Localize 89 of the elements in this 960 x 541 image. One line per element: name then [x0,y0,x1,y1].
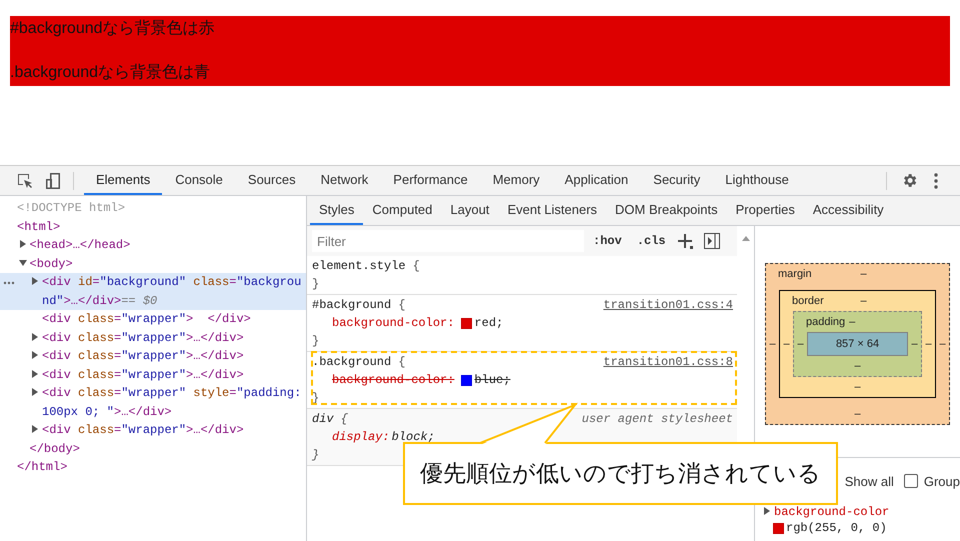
scroll-up-icon[interactable] [742,235,750,241]
selector-line[interactable]: element.style { [312,257,420,275]
tree-row[interactable]: <div class="wrapper">…</div> [0,366,306,384]
box-value: – [849,316,856,328]
tree-row[interactable]: <body> [0,254,306,273]
settings-icon[interactable] [901,172,918,189]
toolbar-toggle[interactable]: .cls [630,234,672,248]
banner-text: .backgroundなら背景色は青 [10,62,212,83]
source-label: user agent stylesheet [582,411,733,428]
selector-line[interactable]: .background { [312,353,406,371]
computed-property-name[interactable]: background-color [774,505,890,519]
color-swatch[interactable] [461,374,472,386]
tree-row[interactable]: <div class="wrapper" style="padding: 100px 0; ">…</div> [0,384,306,421]
selector-line[interactable]: div { [312,410,348,428]
panel-tab[interactable]: Sources [236,166,308,195]
box-value: – [796,338,805,350]
panel-tab[interactable]: Console [163,166,235,195]
css-property[interactable]: background-color: [332,371,454,389]
tree-row[interactable]: <div class="wrapper">…</div> [0,347,306,366]
color-swatch[interactable] [773,522,784,534]
styles-tab[interactable]: Layout [441,196,498,225]
expand-arrow-icon[interactable] [31,332,39,340]
styles-tab[interactable]: Properties [726,196,804,225]
css-value[interactable]: block; [392,428,435,446]
closing-brace: } [312,447,320,464]
content-box: 857 × 64 [807,332,908,356]
closing-tag[interactable]: </html> [0,458,306,476]
show-all-label[interactable]: Show all [844,474,894,488]
box-value: – [860,268,867,280]
closing-brace: } [312,333,320,350]
css-property[interactable]: background-color: [332,314,454,332]
box-value: – [938,338,947,350]
device-toggle-icon[interactable] [45,172,61,190]
box-value: – [854,360,861,372]
panel-tab[interactable]: Application [552,166,640,195]
tree-row[interactable]: <head>…</head> [0,236,306,254]
box-label: padding [806,316,846,328]
expand-arrow-icon[interactable] [31,388,39,396]
css-value[interactable]: red; [474,314,504,332]
more-icon[interactable] [934,172,938,188]
selector-line[interactable]: #background { [312,296,406,314]
tree-row[interactable]: <div class="wrapper">…</div> [0,328,306,347]
tree-row[interactable]: <div class="wrapper">…</div> [0,421,306,440]
more-icon[interactable] [3,281,15,285]
panel-tab[interactable]: Security [641,166,712,195]
css-value[interactable]: blue; [474,371,510,389]
color-swatch[interactable] [461,318,472,328]
expand-arrow-icon[interactable] [18,258,26,266]
box-value: – [924,338,933,350]
closing-brace: } [312,276,320,293]
computed-value: rgb(255, 0, 0) [786,520,887,536]
group-checkbox[interactable]: Group [904,474,960,488]
expand-arrow-icon[interactable] [763,507,771,515]
css-property[interactable]: display: [332,428,390,446]
closing-tag[interactable]: </body> [0,440,306,458]
expand-arrow-icon[interactable] [31,425,39,433]
tree-row[interactable]: <div id="background" class="background">…</div>== $0 [0,273,306,310]
styles-tab[interactable]: DOM Breakpoints [606,196,727,225]
tree-row[interactable]: <html> [0,218,306,236]
box-value: – [854,381,861,393]
box-value: – [860,295,867,307]
box-label: border [792,295,824,307]
panel-tab[interactable]: Lighthouse [713,166,801,195]
callout-text: 優先順位が低いので打ち消されている [420,459,821,488]
panel-tab[interactable]: Performance [381,166,480,195]
box-value: – [854,408,861,420]
box-value: – [782,338,791,350]
expand-arrow-icon[interactable] [18,240,26,248]
expand-arrow-icon[interactable] [31,370,39,378]
styles-tab[interactable]: Computed [363,196,442,225]
box-value: – [768,338,777,350]
inspect-icon[interactable] [17,172,33,188]
panel-tab[interactable]: Elements [84,166,162,195]
box-label: margin [778,268,812,280]
expand-arrow-icon[interactable] [31,277,39,285]
plus-icon[interactable] [678,233,694,249]
filter-field[interactable]: Filter [312,230,584,252]
panel-tab[interactable]: Memory [480,166,552,195]
box-value: – [910,338,919,350]
source-link[interactable]: transition01.css:4 [603,296,733,314]
expand-arrow-icon[interactable] [31,351,39,359]
styles-tab[interactable]: Accessibility [804,196,893,225]
sidebar-toggle-icon[interactable] [704,233,720,249]
styles-tab[interactable]: Event Listeners [498,196,606,225]
source-link[interactable]: transition01.css:8 [603,353,733,371]
tree-row[interactable]: <div class="wrapper"> </div> [0,310,306,328]
toolbar-toggle[interactable]: :hov [587,234,628,248]
panel-tab[interactable]: Network [308,166,380,195]
banner-text: #backgroundなら背景色は赤 [10,18,216,39]
